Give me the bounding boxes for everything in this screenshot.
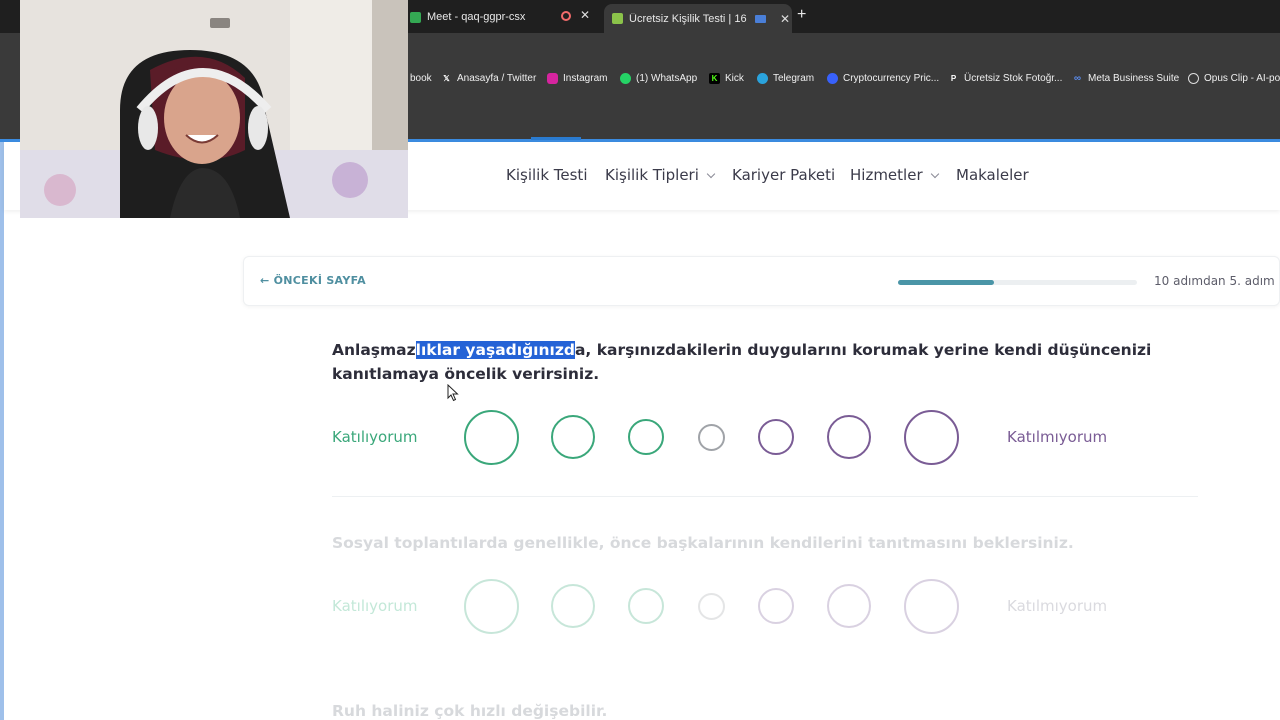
active-nav-indicator <box>531 137 581 140</box>
answer-option-strongly-agree[interactable] <box>463 578 519 634</box>
nav-label: Kişilik Tipleri <box>605 166 699 184</box>
bookmark-item[interactable]: ∞ Meta Business Suite <box>1072 73 1179 84</box>
tab-title: Ücretsiz Kişilik Testi | 16Pers <box>629 12 747 25</box>
google-meet-icon <box>410 11 421 23</box>
answer-option-strongly-disagree[interactable] <box>903 578 959 634</box>
bookmark-label: Ücretsiz Stok Fotoğr... <box>964 73 1063 84</box>
bookmark-label: Meta Business Suite <box>1088 73 1180 84</box>
question-1-text: Anlaşmazlıklar yaşadığınızda, karşınızda… <box>332 338 1212 386</box>
previous-page-link[interactable]: ← ÖNCEKİ SAYFA <box>260 274 366 287</box>
bookmark-item[interactable]: book <box>410 73 432 84</box>
kick-icon: K <box>709 73 720 84</box>
mouse-cursor-icon <box>447 384 459 402</box>
tab-title: Meet - qaq-ggpr-csx <box>427 11 526 23</box>
agree-label: Katılıyorum <box>332 428 418 446</box>
answer-option-agree[interactable] <box>551 415 595 459</box>
telegram-icon <box>757 73 768 84</box>
answer-option-neutral[interactable] <box>697 592 725 620</box>
question-divider <box>332 496 1198 497</box>
progress-bar-fill <box>898 280 994 285</box>
opus-icon <box>1188 73 1199 84</box>
question-2-text: Sosyal toplantılarda genellikle, önce ba… <box>332 534 1074 552</box>
bookmark-label: book <box>410 73 432 84</box>
tab-meet[interactable]: Meet - qaq-ggpr-csx <box>410 5 600 29</box>
bookmark-item[interactable]: Opus Clip - AI-po <box>1188 73 1280 84</box>
bookmark-label: Kick <box>725 73 744 84</box>
bookmark-item[interactable]: 𝕏 Anasayfa / Twitter <box>441 73 536 84</box>
answer-option-neutral[interactable] <box>697 423 725 451</box>
webcam-video <box>20 0 408 218</box>
bookmark-label: (1) WhatsApp <box>636 73 698 84</box>
bookmark-label: Opus Clip - AI-po <box>1204 73 1280 84</box>
whatsapp-icon <box>620 73 631 84</box>
meta-icon: ∞ <box>1073 73 1082 84</box>
answer-option-disagree[interactable] <box>827 584 871 628</box>
window-edge <box>0 142 4 720</box>
question-3-text: Ruh haliniz çok hızlı değişebilir. <box>332 702 608 720</box>
instagram-icon <box>547 73 558 84</box>
bookmark-label: Instagram <box>563 73 608 84</box>
nav-item-kariyer-paketi[interactable]: Kariyer Paketi <box>732 166 835 184</box>
answer-option-slightly-disagree[interactable] <box>758 588 794 624</box>
bookmark-item[interactable]: (1) WhatsApp <box>620 73 697 84</box>
bookmark-label: Anasayfa / Twitter <box>457 73 537 84</box>
close-tab-icon[interactable]: ✕ <box>580 8 590 22</box>
test-progress-header: ← ÖNCEKİ SAYFA 10 adımdan 5. adım <box>243 256 1280 306</box>
webcam-overlay <box>20 0 408 218</box>
answer-option-disagree[interactable] <box>827 415 871 459</box>
bookmark-item[interactable]: Instagram <box>547 73 607 84</box>
pexels-icon: P <box>950 74 957 83</box>
agree-label: Katılıyorum <box>332 597 418 615</box>
bookmark-item[interactable]: Telegram <box>757 73 814 84</box>
nav-item-kisilik-testi[interactable]: Kişilik Testi <box>506 166 587 184</box>
answer-option-agree[interactable] <box>551 584 595 628</box>
question-text-part: Anlaşmaz <box>332 341 416 359</box>
recording-icon <box>561 11 571 21</box>
nav-item-kisilik-tipleri[interactable]: Kişilik Tipleri <box>605 166 716 184</box>
bookmark-item[interactable]: P Ücretsiz Stok Fotoğr... <box>948 73 1063 84</box>
selected-text: lıklar yaşadığınızd <box>415 341 575 359</box>
step-counter: 10 adımdan 5. adım <box>1154 274 1275 288</box>
disagree-label: Katılmıyorum <box>1007 428 1108 446</box>
bookmark-label: Cryptocurrency Pric... <box>843 73 940 84</box>
answer-option-strongly-agree[interactable] <box>463 409 519 465</box>
bookmark-item[interactable]: K Kick <box>709 73 744 84</box>
tab-personality-test[interactable]: Ücretsiz Kişilik Testi | 16Pers ✕ <box>604 4 792 33</box>
screen-share-icon <box>755 14 766 23</box>
chevron-down-icon <box>706 169 716 179</box>
answer-option-slightly-disagree[interactable] <box>758 419 794 455</box>
nav-label: Hizmetler <box>850 166 923 184</box>
coin-icon <box>827 73 838 84</box>
bookmark-label: Telegram <box>773 73 815 84</box>
nav-item-hizmetler[interactable]: Hizmetler <box>850 166 939 184</box>
disagree-label: Katılmıyorum <box>1007 597 1108 615</box>
progress-bar <box>898 280 1137 285</box>
answer-option-strongly-disagree[interactable] <box>903 409 959 465</box>
answer-option-slightly-agree[interactable] <box>628 419 664 455</box>
chevron-down-icon <box>930 169 939 179</box>
screen: Meet - qaq-ggpr-csx ✕ Ücretsiz Kişilik T… <box>0 0 1280 720</box>
x-icon: 𝕏 <box>443 74 450 83</box>
site-favicon-icon <box>612 13 623 24</box>
close-tab-icon[interactable]: ✕ <box>780 12 790 26</box>
nav-item-makaleler[interactable]: Makaleler <box>956 166 1029 184</box>
new-tab-icon[interactable]: + <box>797 6 806 24</box>
answer-option-slightly-agree[interactable] <box>628 588 664 624</box>
bookmark-item[interactable]: Cryptocurrency Pric... <box>827 73 939 84</box>
